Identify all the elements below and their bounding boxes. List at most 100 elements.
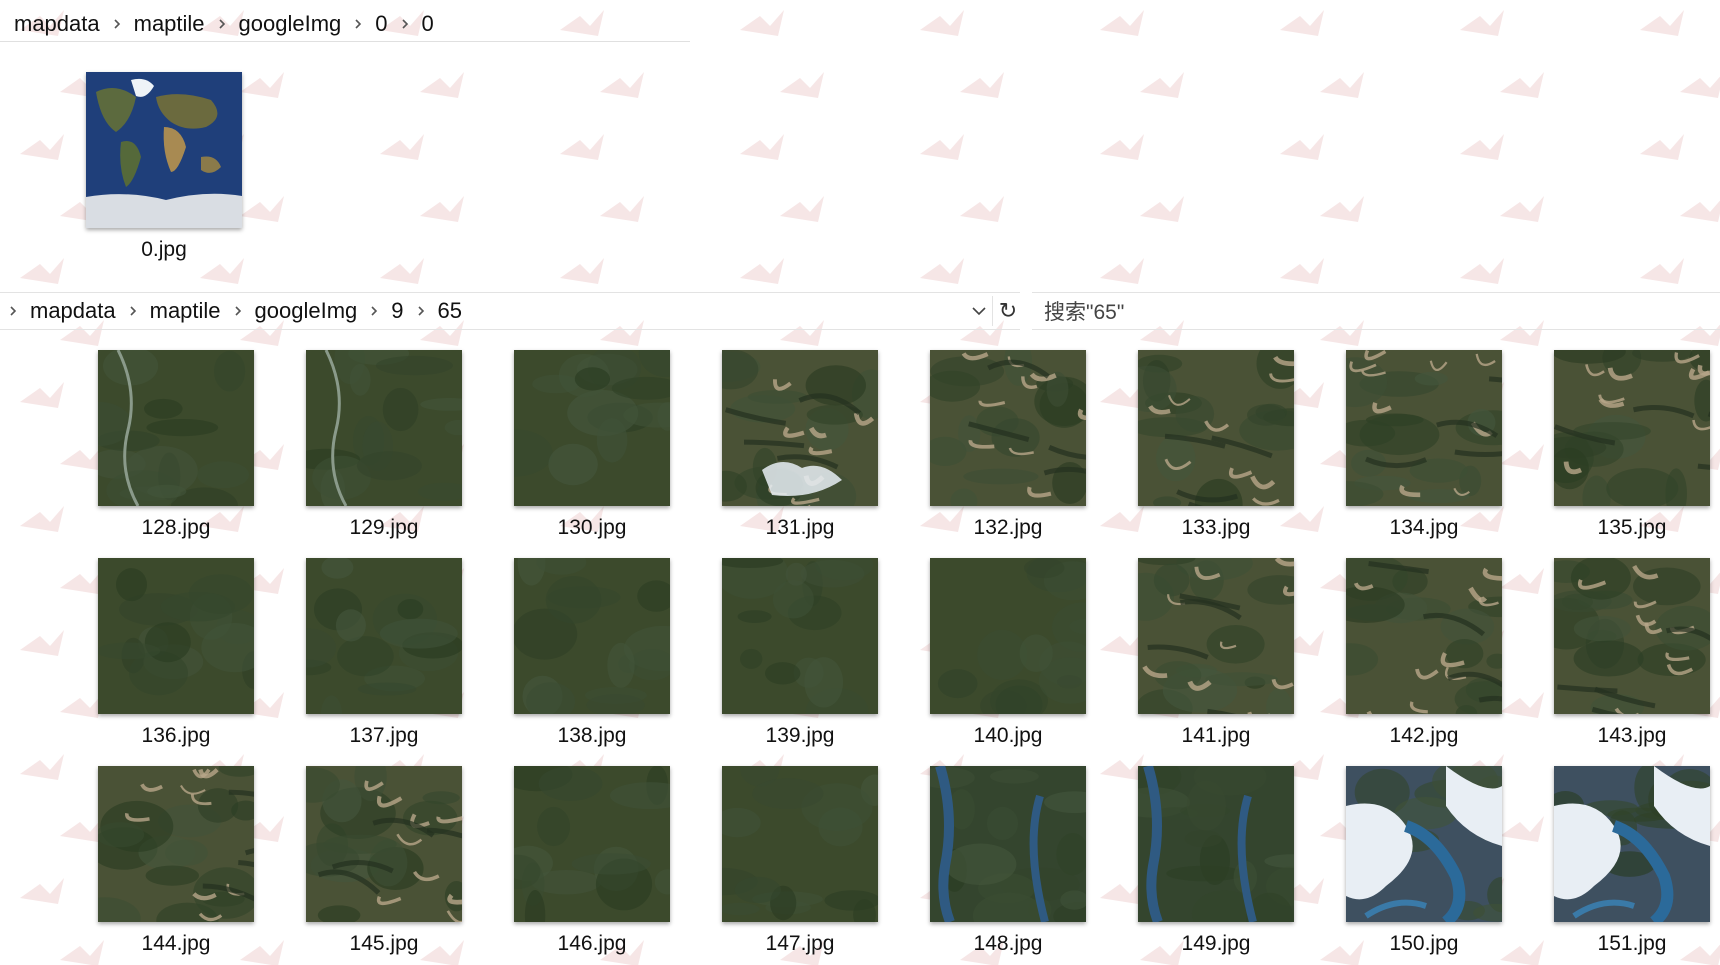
watermark-mark: [1100, 134, 1144, 160]
file-name: 135.jpg: [1597, 516, 1667, 539]
watermark-mark: [1640, 134, 1684, 160]
watermark-mark: [1500, 196, 1544, 222]
search-placeholder: 搜索"65": [1044, 301, 1125, 324]
file-name: 133.jpg: [1181, 516, 1251, 539]
file-item[interactable]: 150.jpg: [1320, 766, 1528, 956]
file-name: 151.jpg: [1597, 932, 1667, 955]
file-name: 132.jpg: [973, 516, 1043, 539]
watermark-mark: [920, 258, 964, 284]
file-item[interactable]: 133.jpg: [1112, 350, 1320, 540]
watermark-mark: [1280, 258, 1324, 284]
chevron-right-icon[interactable]: [227, 305, 249, 317]
file-name: 136.jpg: [141, 724, 211, 747]
breadcrumb-bottom: mapdata maptile googleImg 9 65: [2, 296, 468, 326]
file-name: 129.jpg: [349, 516, 419, 539]
file-item[interactable]: 146.jpg: [488, 766, 696, 956]
watermark-mark: [740, 258, 784, 284]
breadcrumb-segment[interactable]: 0: [416, 11, 440, 37]
file-item[interactable]: 145.jpg: [280, 766, 488, 956]
thumbnail: [1346, 350, 1502, 506]
watermark-mark: [1460, 134, 1504, 160]
watermark-mark: [1140, 72, 1184, 98]
chevron-right-icon[interactable]: [363, 305, 385, 317]
chevron-right-icon[interactable]: [211, 18, 233, 30]
breadcrumb-segment[interactable]: maptile: [144, 298, 227, 324]
watermark-mark: [740, 10, 784, 36]
file-item[interactable]: 131.jpg: [696, 350, 904, 540]
divider: [0, 41, 690, 42]
watermark-mark: [20, 258, 64, 284]
watermark-mark: [560, 10, 604, 36]
watermark-mark: [20, 878, 64, 904]
watermark-mark: [1640, 10, 1684, 36]
breadcrumb-segment[interactable]: googleImg: [249, 298, 364, 324]
watermark-mark: [1680, 200, 1720, 222]
thumbnail: [930, 766, 1086, 922]
file-name: 143.jpg: [1597, 724, 1667, 747]
file-name: 144.jpg: [141, 932, 211, 955]
file-item[interactable]: 130.jpg: [488, 350, 696, 540]
file-item[interactable]: 134.jpg: [1320, 350, 1528, 540]
watermark-mark: [1280, 10, 1324, 36]
file-item[interactable]: 138.jpg: [488, 558, 696, 748]
file-item[interactable]: 139.jpg: [696, 558, 904, 748]
thumbnail: [1554, 558, 1710, 714]
file-name: 147.jpg: [765, 932, 835, 955]
watermark-mark: [780, 72, 824, 98]
file-name: 128.jpg: [141, 516, 211, 539]
breadcrumb-segment[interactable]: maptile: [128, 11, 211, 37]
file-item[interactable]: 141.jpg: [1112, 558, 1320, 748]
watermark-mark: [600, 72, 644, 98]
thumbnail: [98, 766, 254, 922]
watermark-mark: [380, 258, 424, 284]
file-name: 137.jpg: [349, 724, 419, 747]
file-item[interactable]: 142.jpg: [1320, 558, 1528, 748]
file-item[interactable]: 128.jpg: [72, 350, 280, 540]
file-item[interactable]: 151.jpg: [1528, 766, 1720, 956]
chevron-right-icon[interactable]: [122, 305, 144, 317]
breadcrumb-segment[interactable]: googleImg: [233, 11, 348, 37]
watermark-mark: [1460, 258, 1504, 284]
breadcrumb-segment[interactable]: mapdata: [24, 298, 122, 324]
file-item[interactable]: 132.jpg: [904, 350, 1112, 540]
thumbnail: [1554, 766, 1710, 922]
file-item[interactable]: 135.jpg: [1528, 350, 1720, 540]
file-item[interactable]: 140.jpg: [904, 558, 1112, 748]
breadcrumb-segment[interactable]: 0: [369, 11, 393, 37]
file-item[interactable]: 144.jpg: [72, 766, 280, 956]
watermark-mark: [1680, 76, 1720, 98]
file-item[interactable]: 0.jpg: [60, 72, 268, 262]
thumbnail: [722, 766, 878, 922]
breadcrumb-segment[interactable]: mapdata: [8, 11, 106, 37]
file-name: 145.jpg: [349, 932, 419, 955]
file-item[interactable]: 129.jpg: [280, 350, 488, 540]
file-item[interactable]: 149.jpg: [1112, 766, 1320, 956]
breadcrumb-segment[interactable]: 65: [432, 298, 468, 324]
breadcrumb-segment[interactable]: 9: [385, 298, 409, 324]
watermark-mark: [20, 134, 64, 160]
chevron-down-icon[interactable]: [968, 300, 990, 322]
refresh-icon[interactable]: ↻: [992, 296, 1023, 326]
watermark-mark: [20, 382, 64, 408]
file-item[interactable]: 147.jpg: [696, 766, 904, 956]
thumbnail: [306, 558, 462, 714]
watermark-mark: [780, 196, 824, 222]
watermark-mark: [560, 258, 604, 284]
search-input[interactable]: 搜索"65": [1032, 292, 1720, 330]
chevron-right-icon[interactable]: [347, 18, 369, 30]
file-item[interactable]: 148.jpg: [904, 766, 1112, 956]
chevron-right-icon[interactable]: [410, 305, 432, 317]
watermark-mark: [1280, 134, 1324, 160]
chevron-right-icon[interactable]: [394, 18, 416, 30]
watermark-mark: [20, 754, 64, 780]
watermark-mark: [420, 72, 464, 98]
watermark-mark: [600, 196, 644, 222]
file-item[interactable]: 143.jpg: [1528, 558, 1720, 748]
file-name: 139.jpg: [765, 724, 835, 747]
thumbnail: [1138, 350, 1294, 506]
file-item[interactable]: 136.jpg: [72, 558, 280, 748]
file-item[interactable]: 137.jpg: [280, 558, 488, 748]
watermark-mark: [960, 196, 1004, 222]
chevron-right-icon[interactable]: [106, 18, 128, 30]
watermark-mark: [1460, 10, 1504, 36]
